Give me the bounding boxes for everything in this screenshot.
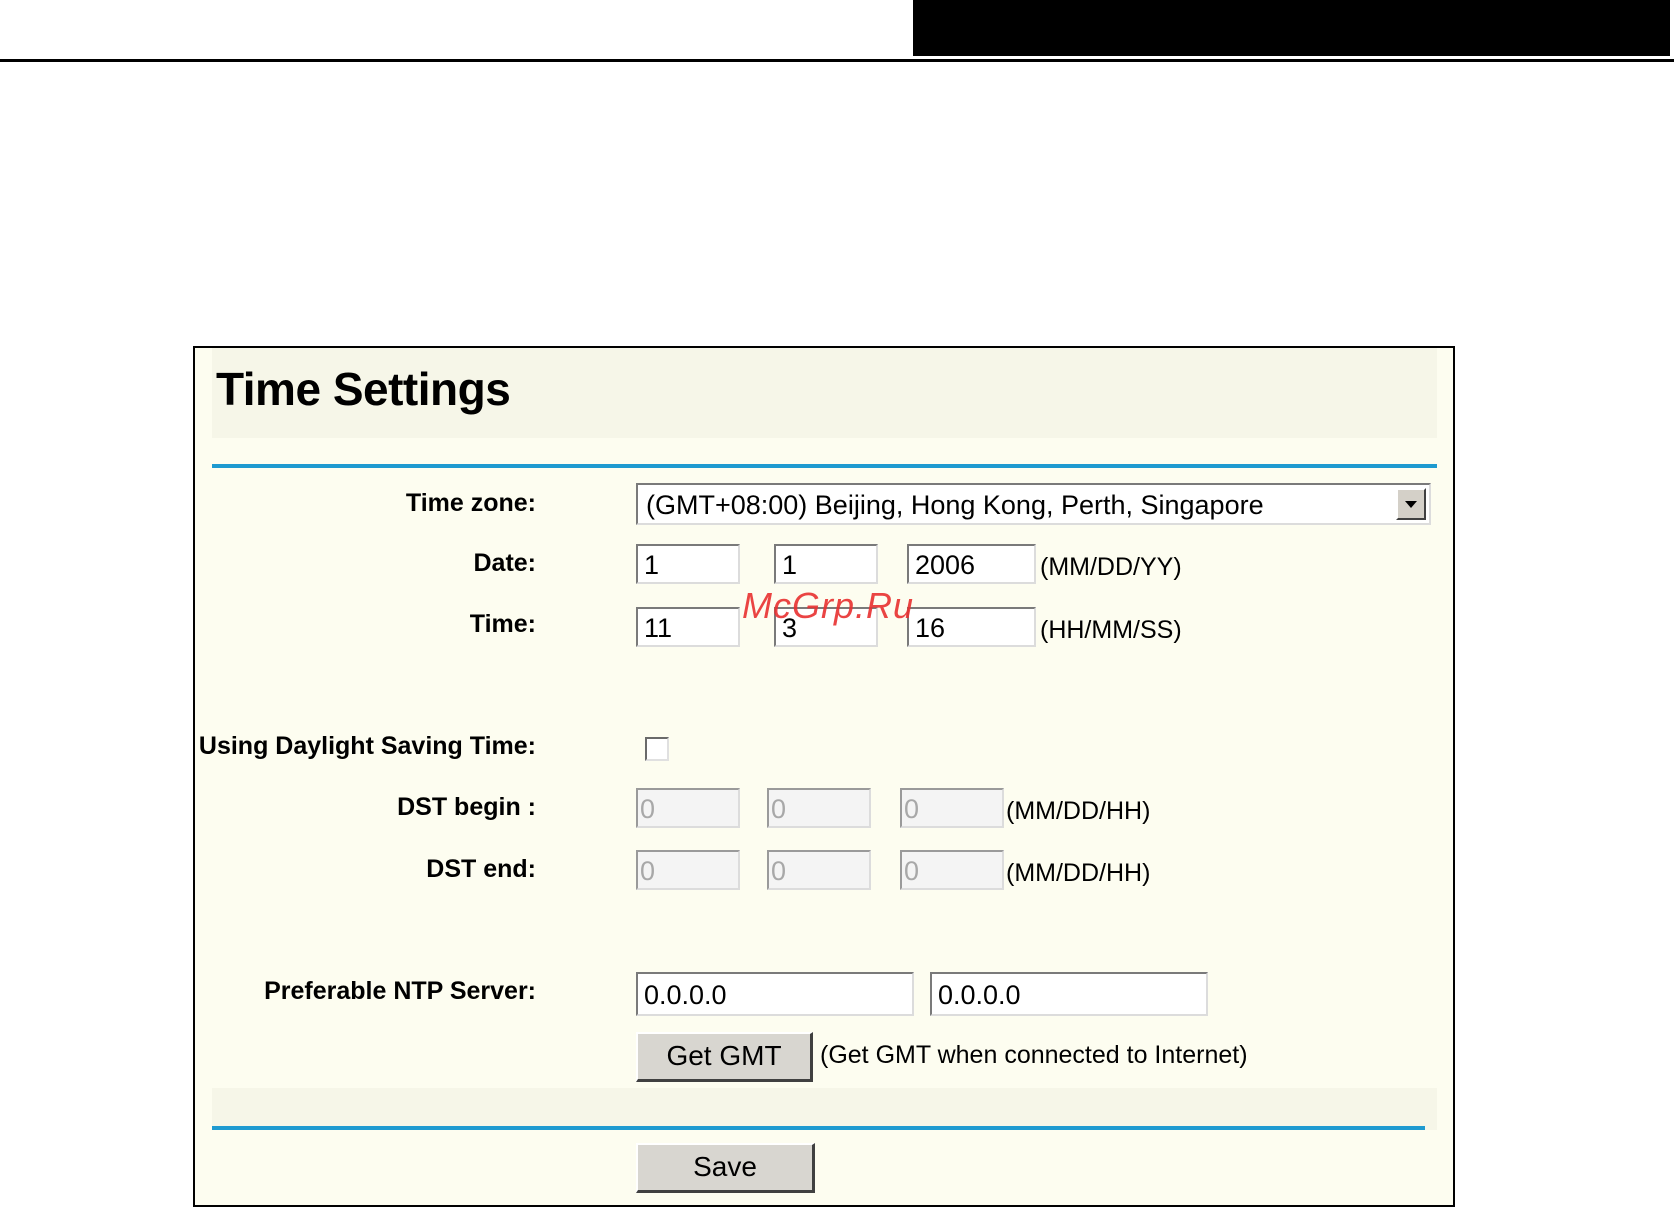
dst-end-day-input[interactable]: 0 <box>767 850 871 890</box>
bottom-divider <box>212 1126 1425 1130</box>
bottom-band <box>212 1088 1437 1130</box>
dst-end-hour-input[interactable]: 0 <box>900 850 1004 890</box>
dst-end-label: DST end: <box>426 855 536 883</box>
dst-end-month-input[interactable]: 0 <box>636 850 740 890</box>
date-format-hint: (MM/DD/YY) <box>1040 553 1182 581</box>
time-settings-panel: Time Settings Time zone: (GMT+08:00) Bei… <box>193 346 1455 1207</box>
dst-using-label: Using Daylight Saving Time: <box>198 732 536 760</box>
timezone-selected: (GMT+08:00) Beijing, Hong Kong, Perth, S… <box>646 490 1264 520</box>
ntp-server-1-input[interactable]: 0.0.0.0 <box>636 972 914 1016</box>
timezone-select[interactable]: (GMT+08:00) Beijing, Hong Kong, Perth, S… <box>636 483 1431 525</box>
header-black-bar <box>913 0 1670 56</box>
watermark: McGrp.Ru <box>742 585 915 626</box>
time-format-hint: (HH/MM/SS) <box>1040 616 1182 644</box>
page-title: Time Settings <box>216 363 511 415</box>
date-month-input[interactable]: 1 <box>636 544 740 584</box>
timezone-label: Time zone: <box>405 489 536 517</box>
dst-end-format-hint: (MM/DD/HH) <box>1006 859 1151 887</box>
get-gmt-button[interactable]: Get GMT <box>636 1032 813 1082</box>
time-second-input[interactable]: 16 <box>907 607 1036 647</box>
get-gmt-hint: (Get GMT when connected to Internet) <box>820 1041 1248 1069</box>
dst-begin-format-hint: (MM/DD/HH) <box>1006 797 1151 825</box>
dst-begin-month-input[interactable]: 0 <box>636 788 740 828</box>
time-label: Time: <box>469 610 536 638</box>
dst-begin-day-input[interactable]: 0 <box>767 788 871 828</box>
ntp-label: Preferable NTP Server: <box>264 977 536 1005</box>
save-button[interactable]: Save <box>636 1143 815 1193</box>
date-year-input[interactable]: 2006 <box>907 544 1036 584</box>
time-hour-input[interactable]: 11 <box>636 607 740 647</box>
dst-begin-label: DST begin : <box>397 793 536 821</box>
dst-begin-hour-input[interactable]: 0 <box>900 788 1004 828</box>
header-rule <box>0 59 1674 62</box>
chevron-down-icon[interactable] <box>1396 488 1426 520</box>
ntp-server-2-input[interactable]: 0.0.0.0 <box>930 972 1208 1016</box>
top-divider <box>212 464 1437 468</box>
dst-checkbox[interactable] <box>645 737 669 761</box>
date-label: Date: <box>473 549 536 577</box>
date-day-input[interactable]: 1 <box>774 544 878 584</box>
